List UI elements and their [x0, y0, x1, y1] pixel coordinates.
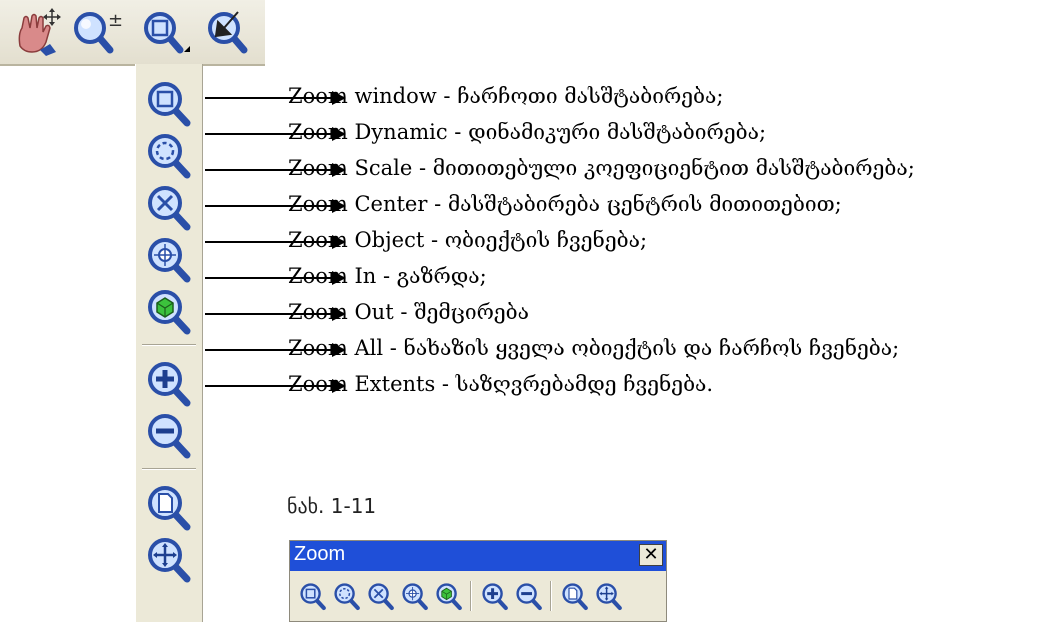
zoom-out-icon[interactable]	[514, 581, 544, 611]
zoom-item-label: Zoom In - გაზრდა;	[288, 264, 487, 288]
zoom-item-label: Zoom Extents - საზღვრებამდე ჩვენება.	[288, 372, 713, 396]
label-separator: -	[383, 336, 404, 360]
svg-text:±: ±	[108, 10, 122, 31]
zoom-command-name: Zoom In	[288, 264, 377, 288]
zoom-command-name: Zoom Object	[288, 228, 425, 252]
zoom-center-icon[interactable]	[140, 234, 198, 284]
zoom-all-icon[interactable]	[560, 581, 590, 611]
zoom-item-label: Zoom Scale - მითითებული კოეფიციენტით მას…	[288, 156, 915, 180]
zoom-previous-icon[interactable]	[204, 6, 256, 58]
label-separator: -	[376, 264, 397, 288]
zoom-in-icon[interactable]	[480, 581, 510, 611]
zoom-command-description: საზღვრებამდე ჩვენება.	[455, 372, 714, 396]
zoom-item-label: Zoom Out - შემცირება	[288, 300, 529, 324]
zoom-toolbar-title: Zoom	[294, 543, 346, 565]
zoom-scale-icon[interactable]	[140, 182, 198, 232]
label-separator: -	[427, 192, 448, 216]
zoom-realtime-icon[interactable]: ±	[70, 6, 123, 58]
zoom-window-icon[interactable]	[140, 78, 198, 128]
zoom-command-name: Zoom Dynamic	[288, 120, 448, 144]
zoom-toolbar-titlebar[interactable]: Zoom ✕	[290, 541, 666, 571]
zoom-window-icon[interactable]	[298, 581, 328, 611]
zoom-item-label: Zoom Object - ობიექტის ჩვენება;	[288, 228, 647, 252]
close-button[interactable]: ✕	[639, 544, 663, 566]
pan-realtime-icon[interactable]	[10, 6, 62, 58]
zoom-toolbar-buttons	[294, 575, 662, 617]
zoom-center-icon[interactable]	[400, 581, 430, 611]
zoom-command-name: Zoom Scale	[288, 156, 413, 180]
zoom-in-icon[interactable]	[140, 358, 198, 408]
zoom-item-label: Zoom window - ჩარჩოთი მასშტაბირება;	[288, 84, 723, 108]
zoom-command-name: Zoom window	[288, 84, 437, 108]
zoom-flyout-toolbar	[135, 64, 203, 622]
toolbar-separator	[470, 581, 472, 611]
zoom-command-description: ობიექტის ჩვენება;	[444, 228, 648, 252]
figure-caption: ნახ. 1-11	[287, 494, 377, 518]
zoom-command-description: ნახაზის ყველა ობიექტის და ჩარჩოს ჩვენება…	[403, 336, 900, 360]
label-separator: -	[436, 84, 458, 108]
zoom-command-name: Zoom Extents	[288, 372, 436, 396]
toolbar-separator	[142, 344, 196, 346]
zoom-object-icon[interactable]	[434, 581, 464, 611]
zoom-window-flyout-icon[interactable]	[140, 6, 192, 58]
zoom-dynamic-icon[interactable]	[140, 130, 198, 180]
zoom-dynamic-icon[interactable]	[332, 581, 362, 611]
label-separator: -	[393, 300, 415, 324]
label-separator: -	[447, 120, 469, 144]
zoom-command-description: დინამიკური მასშტაბირება;	[468, 120, 767, 144]
zoom-command-description: მასშტაბირება ცენტრის მითითებით;	[447, 192, 842, 216]
zoom-command-name: Zoom All	[288, 336, 384, 360]
zoom-scale-icon[interactable]	[366, 581, 396, 611]
zoom-toolbar-window: Zoom ✕	[289, 540, 667, 622]
zoom-item-label: Zoom Dynamic - დინამიკური მასშტაბირება;	[288, 120, 766, 144]
zoom-extents-icon[interactable]	[140, 534, 198, 584]
zoom-all-icon[interactable]	[140, 482, 198, 532]
zoom-extents-icon[interactable]	[594, 581, 624, 611]
toolbar-separator	[142, 468, 196, 470]
zoom-command-name: Zoom Center	[288, 192, 428, 216]
toolbar-separator	[550, 581, 552, 611]
zoom-command-description: შემცირება	[414, 300, 530, 324]
zoom-item-label: Zoom All - ნახაზის ყველა ობიექტის და ჩარ…	[288, 336, 899, 360]
zoom-command-description: გაზრდა;	[396, 264, 487, 288]
label-separator: -	[435, 372, 456, 396]
standard-toolbar: ±	[0, 0, 265, 66]
zoom-command-name: Zoom Out	[288, 300, 394, 324]
label-separator: -	[412, 156, 433, 180]
zoom-item-label: Zoom Center - მასშტაბირება ცენტრის მითით…	[288, 192, 842, 216]
zoom-object-icon[interactable]	[140, 286, 198, 336]
zoom-out-icon[interactable]	[140, 410, 198, 460]
zoom-command-description: ჩარჩოთი მასშტაბირება;	[457, 84, 724, 108]
label-separator: -	[424, 228, 445, 252]
zoom-command-description: მითითებული კოეფიციენტით მასშტაბირება;	[432, 156, 915, 180]
